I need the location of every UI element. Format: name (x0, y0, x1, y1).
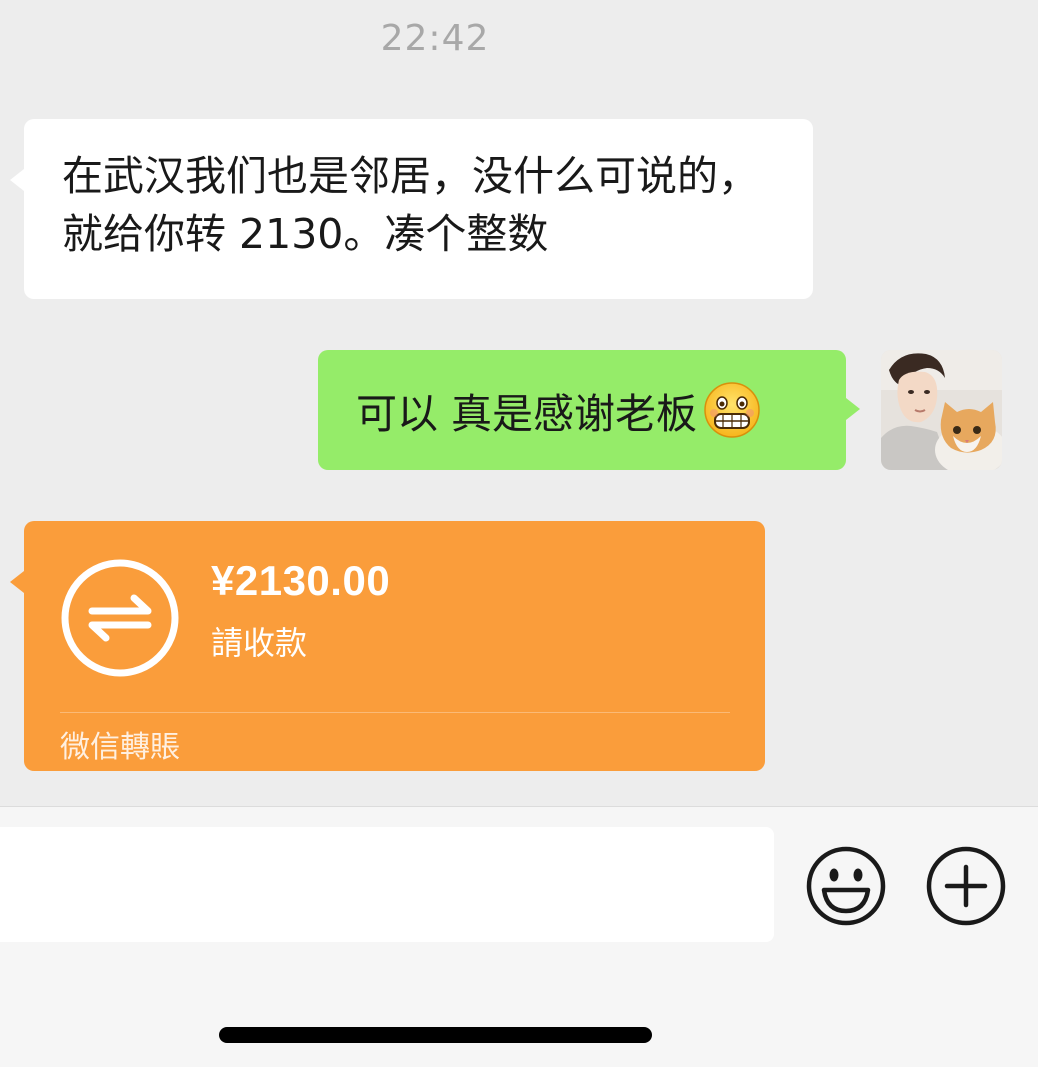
home-indicator (219, 1027, 652, 1043)
transfer-card[interactable]: ¥2130.00 請收款 微信轉賬 (10, 521, 765, 771)
plus-circle-icon[interactable] (925, 845, 1007, 927)
divider (60, 712, 730, 713)
transfer-status: 請收款 (211, 624, 308, 662)
outgoing-message-text: 可以 真是感谢老板 (356, 390, 698, 438)
transfer-footer: 微信轉賬 (60, 730, 180, 765)
avatar-image (881, 350, 1002, 470)
transfer-arrows-icon (61, 559, 179, 677)
avatar[interactable] (881, 350, 1002, 470)
incoming-message-text: 在武汉我们也是邻居，没什么可说的，就给你转 2130。凑个整数 (62, 152, 759, 258)
outgoing-message-bubble[interactable]: 可以 真是感谢老板 (318, 350, 860, 470)
input-bar (0, 806, 1038, 1067)
smiley-icon[interactable] (805, 845, 887, 927)
transfer-amount: ¥2130.00 (211, 557, 391, 604)
grinning-face-icon (704, 382, 760, 438)
message-input[interactable] (0, 827, 774, 942)
incoming-message-bubble[interactable]: 在武汉我们也是邻居，没什么可说的，就给你转 2130。凑个整数 (10, 119, 813, 299)
message-timestamp: 22:42 (380, 18, 490, 59)
chat-area[interactable]: 22:42 在武汉我们也是邻居，没什么可说的，就给你转 2130。凑个整数 可以… (0, 0, 1038, 806)
